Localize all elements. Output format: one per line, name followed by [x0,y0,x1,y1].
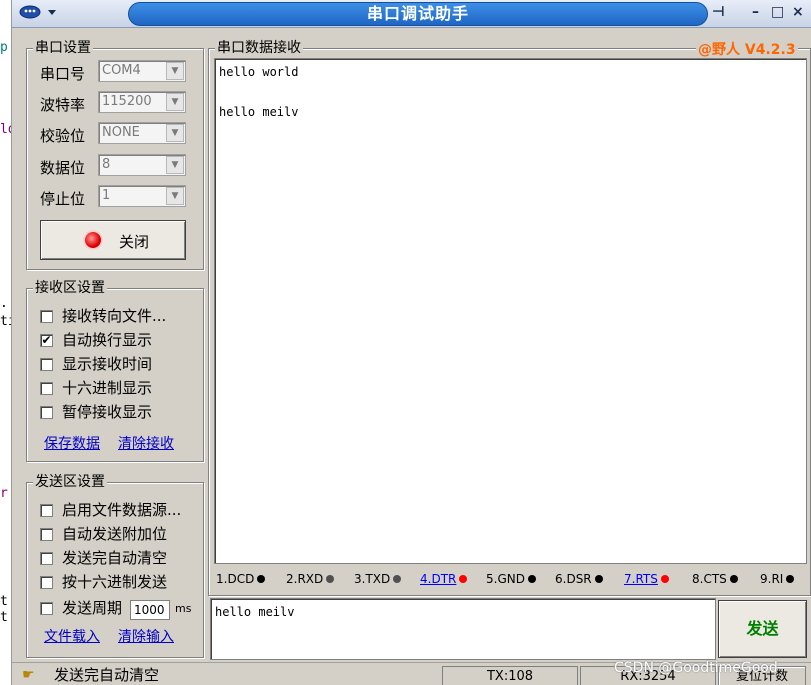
maximize-icon[interactable]: □ [771,4,784,20]
send-period-input[interactable]: 1000 [130,600,170,620]
signal-rxd: 2.RXD [286,572,335,586]
close-port-label: 关闭 [119,233,150,251]
port-settings-legend: 串口设置 [33,40,93,56]
receive-area-legend: 串口数据接收 [215,40,303,56]
signal-cts: 8.CTS [692,572,738,586]
parity-value: NONE [102,125,140,140]
receive-line: hello world [219,65,299,79]
bg-fragment: ld [0,122,11,137]
databits-value: 8 [102,157,111,172]
receive-line: hello meilv [219,105,299,119]
signal-ri: 9.RI [760,572,795,586]
signal-dot-icon [527,575,536,583]
signal-dsr: 6.DSR [555,572,603,586]
signal-rts-toggle[interactable]: 7.RTS [624,572,669,586]
bg-fragment: r [0,486,8,501]
hex-display-checkbox[interactable] [40,382,53,395]
background-editor-strip: p ld . ti r t t [0,0,12,685]
close-port-button[interactable]: 关闭 [40,220,186,260]
chevron-down-icon [48,10,56,15]
hex-send-checkbox[interactable] [40,576,53,589]
bg-fragment: t [0,610,8,625]
receive-textarea[interactable]: hello world hello meilv [214,58,807,564]
pin-icon[interactable]: ⊣ [712,4,725,20]
auto-wrap-checkbox[interactable]: ✔ [40,334,53,347]
system-menu-button[interactable] [16,3,64,23]
signal-gnd: 5.GND [486,572,536,586]
bg-fragment: . [0,296,8,311]
signal-dtr-toggle[interactable]: 4.DTR [420,572,468,586]
serial-port-icon [19,5,56,19]
chevron-down-icon[interactable]: ▼ [166,187,184,205]
signal-dot-icon [594,575,603,583]
signal-dot-icon [729,575,738,583]
save-data-link[interactable]: 保存数据 [44,435,100,453]
auto-clear-checkbox[interactable] [40,552,53,565]
append-bit-checkbox[interactable] [40,528,53,541]
clear-receive-link[interactable]: 清除接收 [118,435,174,453]
baud-select[interactable]: 115200 ▼ [98,91,186,113]
signal-txd: 3.TXD [354,572,402,586]
signal-dot-icon [257,575,266,583]
chevron-down-icon[interactable]: ▼ [166,93,184,111]
chevron-down-icon[interactable]: ▼ [166,156,184,174]
port-status-led-icon [85,232,101,248]
databits-label: 数据位 [40,159,86,177]
signal-dot-icon [459,575,468,583]
window-title: 串口调试助手 [366,4,469,23]
baud-label: 波特率 [40,96,86,114]
file-source-checkbox[interactable] [40,504,53,517]
signal-dcd: 1.DCD [216,572,266,586]
stopbits-value: 1 [102,188,111,203]
signal-dot-icon [660,575,669,583]
send-textarea[interactable]: hello meilv [210,598,716,660]
show-time-checkbox[interactable] [40,358,53,371]
bg-fragment: t [0,594,8,609]
period-unit-label: ms [175,602,192,615]
send-button[interactable]: 发送 [718,600,807,658]
close-icon[interactable]: × [792,4,804,20]
recv-to-file-checkbox[interactable] [40,310,53,323]
databits-select[interactable]: 8 ▼ [98,154,186,176]
parity-label: 校验位 [40,127,86,145]
tx-counter: TX:108 [442,666,578,685]
signal-dot-icon [326,575,335,583]
send-settings-legend: 发送区设置 [33,474,107,490]
port-label: 串口号 [40,65,86,83]
clear-input-link[interactable]: 清除输入 [118,628,174,646]
receive-settings-legend: 接收区设置 [33,280,107,296]
port-select[interactable]: COM4 ▼ [98,60,186,82]
signal-dot-icon [393,575,402,583]
chevron-down-icon[interactable]: ▼ [166,62,184,80]
send-period-checkbox[interactable] [40,602,53,615]
stopbits-label: 停止位 [40,190,86,208]
minimize-icon[interactable]: – [752,4,759,20]
parity-select[interactable]: NONE ▼ [98,122,186,144]
bg-fragment: p [0,40,8,55]
port-value: COM4 [102,63,141,78]
stopbits-select[interactable]: 1 ▼ [98,185,186,207]
baud-value: 115200 [102,94,152,109]
pause-display-checkbox[interactable] [40,406,53,419]
version-label: @野人 V4.2.3 [696,39,798,59]
load-file-link[interactable]: 文件载入 [44,628,100,646]
watermark: CSDN @GoodtimeGood [614,660,778,676]
bg-fragment: ti [0,314,11,329]
chevron-down-icon[interactable]: ▼ [166,124,184,142]
status-clear-label: 发送完自动清空 [54,666,160,684]
signal-dot-icon [786,575,795,583]
